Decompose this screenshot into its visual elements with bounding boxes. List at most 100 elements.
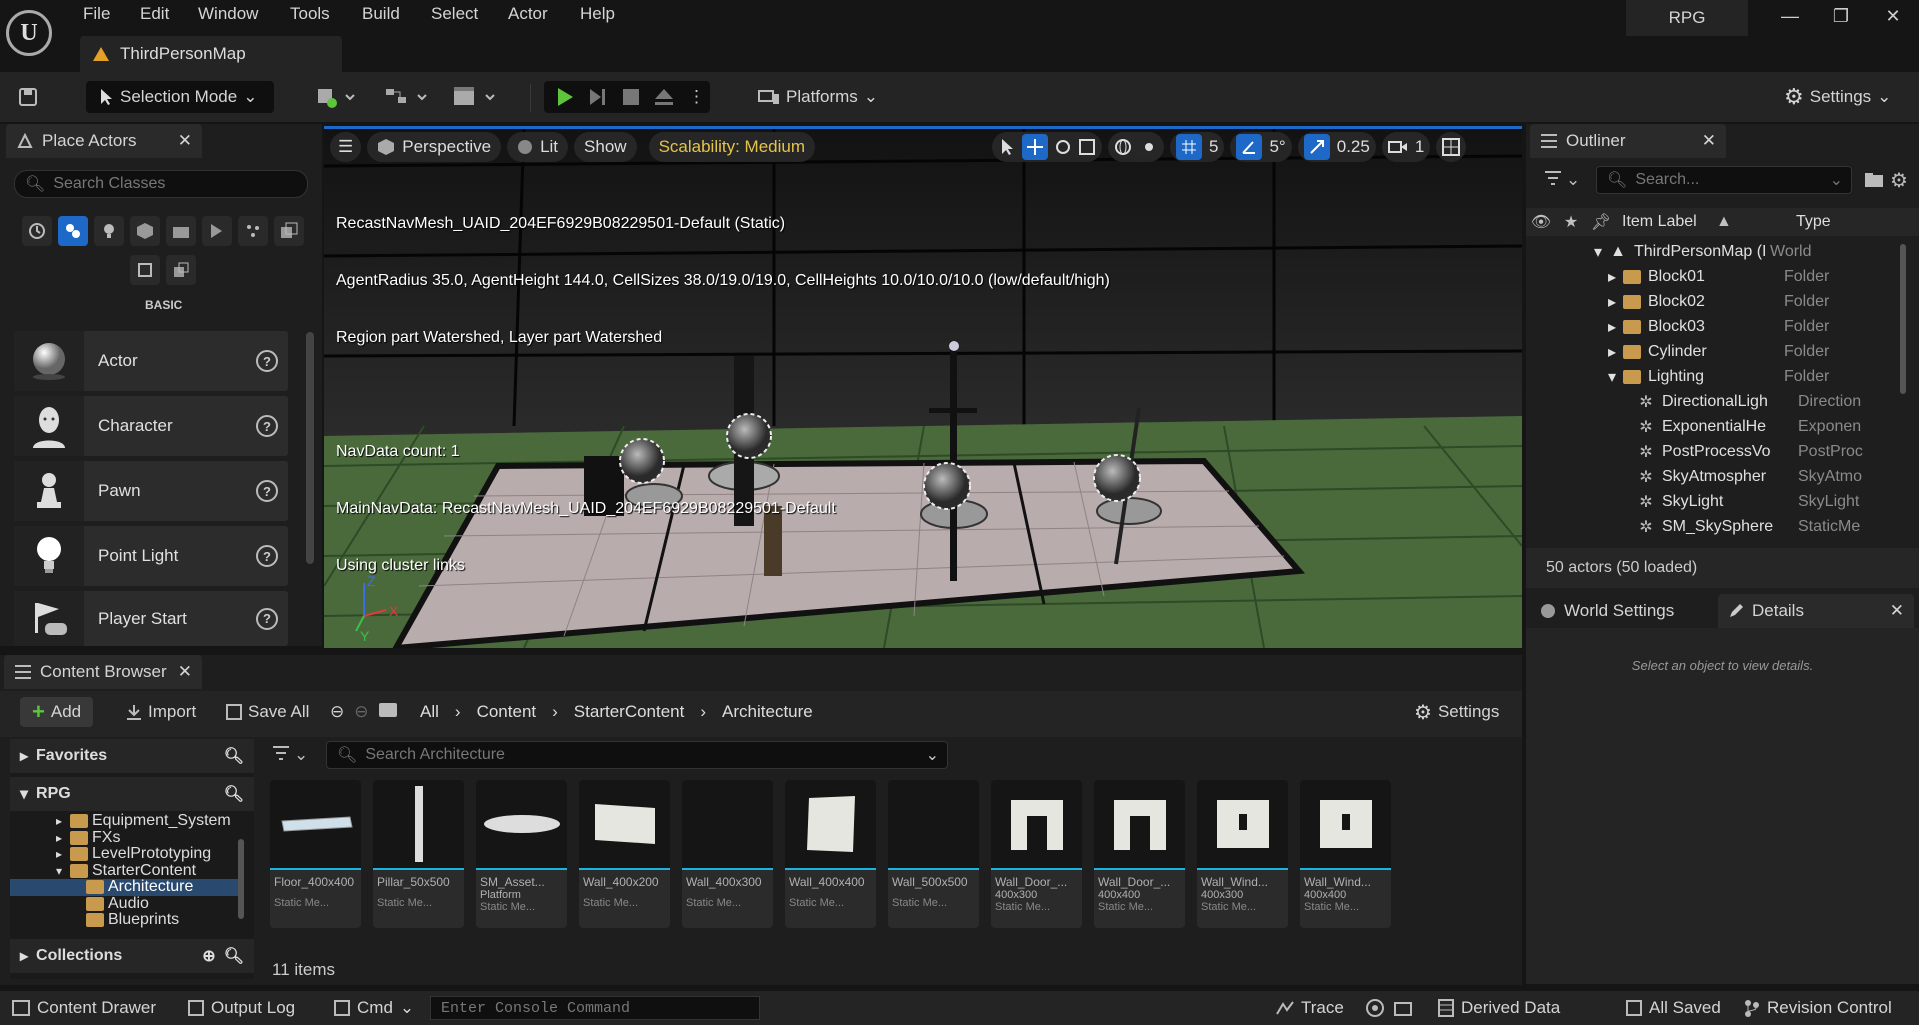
- minimize-icon[interactable]: —: [1775, 6, 1805, 32]
- derived-data-button[interactable]: Derived Data: [1438, 996, 1560, 1020]
- stop-icon[interactable]: [622, 88, 640, 106]
- outliner-row[interactable]: ▸ Block01 Folder: [1526, 264, 1906, 289]
- outliner-row[interactable]: ✲ SkyLight SkyLight: [1526, 489, 1906, 514]
- recent-icon[interactable]: [22, 216, 52, 246]
- add-actor-icon[interactable]: [316, 81, 358, 113]
- outliner-row[interactable]: ✲ SkyAtmospher SkyAtmo: [1526, 464, 1906, 489]
- viewport-menu-button[interactable]: ☰: [330, 132, 362, 162]
- help-icon[interactable]: ?: [256, 350, 278, 372]
- asset-tile[interactable]: Wall_400x200 Static Me...: [579, 780, 670, 928]
- console-command-input[interactable]: Enter Console Command: [430, 996, 760, 1020]
- gear-icon[interactable]: ⚙: [1890, 168, 1908, 193]
- lit-button[interactable]: Lit: [507, 132, 569, 162]
- folder-tree-item[interactable]: ▸ FXs: [10, 829, 244, 847]
- search-icon[interactable]: 🔍︎: [224, 746, 244, 766]
- breadcrumb-content[interactable]: Content: [477, 702, 537, 722]
- asset-tile[interactable]: Wall_Wind... 400x400 Static Me...: [1300, 780, 1391, 928]
- add-folder-icon[interactable]: [1864, 172, 1884, 188]
- close-icon[interactable]: ✕: [178, 662, 192, 682]
- expander-icon[interactable]: ▸: [1526, 267, 1620, 287]
- asset-tile[interactable]: SM_Asset... Platform Static Me...: [476, 780, 567, 928]
- collections-header[interactable]: ▸ Collections ⊕ 🔍︎: [10, 939, 254, 973]
- content-drawer-button[interactable]: Content Drawer: [12, 996, 156, 1020]
- all-classes-icon[interactable]: [274, 216, 304, 246]
- perspective-button[interactable]: Perspective: [367, 132, 502, 162]
- asset-tile[interactable]: Wall_400x300 Static Me...: [682, 780, 773, 928]
- basic-category-icon[interactable]: [58, 216, 88, 246]
- folder-tree-item[interactable]: Architecture: [10, 878, 244, 896]
- asset-tile[interactable]: Wall_400x400 Static Me...: [785, 780, 876, 928]
- help-icon[interactable]: ?: [256, 415, 278, 437]
- outliner-row[interactable]: ✲ ExponentialHe Exponen: [1526, 414, 1906, 439]
- item-label-column[interactable]: Item Label: [1616, 213, 1796, 231]
- breadcrumb-all[interactable]: All: [420, 702, 439, 722]
- add-collection-icon[interactable]: ⊕: [202, 946, 215, 966]
- outliner-row[interactable]: ▸ Cylinder Folder: [1526, 339, 1906, 364]
- close-icon[interactable]: ✕: [1890, 601, 1904, 621]
- outliner-filter-button[interactable]: ⌄: [1544, 170, 1580, 190]
- search-icon[interactable]: 🔍︎: [224, 946, 244, 966]
- back-icon[interactable]: ⊖: [330, 702, 344, 722]
- trace-button[interactable]: Trace: [1276, 996, 1344, 1020]
- volumes-icon[interactable]: [238, 216, 268, 246]
- cinematics-icon[interactable]: [452, 81, 500, 113]
- actor-item-point-light[interactable]: Point Light ?: [14, 526, 288, 586]
- advance-frame-icon[interactable]: [588, 87, 608, 107]
- close-icon[interactable]: ✕: [1702, 131, 1716, 151]
- expander-icon[interactable]: ▸: [1526, 317, 1620, 337]
- asset-search-input[interactable]: 🔍︎ Search Architecture ⌄: [326, 741, 948, 769]
- platforms-dropdown[interactable]: Platforms ⌄: [758, 81, 878, 113]
- tab-world-settings[interactable]: World Settings: [1530, 594, 1714, 628]
- help-icon[interactable]: ?: [256, 545, 278, 567]
- revision-control-button[interactable]: Revision Control: [1744, 996, 1892, 1020]
- expander-icon[interactable]: ▾: [56, 864, 66, 878]
- tab-place-actors[interactable]: Place Actors ✕: [6, 124, 202, 158]
- output-log-button[interactable]: Output Log: [188, 996, 295, 1020]
- close-window-icon[interactable]: ✕: [1878, 6, 1908, 32]
- outliner-search-input[interactable]: 🔍︎ Search... ⌄: [1596, 166, 1852, 194]
- asset-tile[interactable]: Floor_400x400 Static Me...: [270, 780, 361, 928]
- tab-outliner[interactable]: Outliner ✕: [1530, 124, 1726, 158]
- actor-item-character[interactable]: Character ?: [14, 396, 288, 456]
- search-icon[interactable]: 🔍︎: [224, 784, 244, 804]
- blueprint-icon[interactable]: [384, 81, 432, 113]
- actor-item-player-start[interactable]: Player Start ?: [14, 591, 288, 646]
- expander-icon[interactable]: ▸: [56, 847, 66, 861]
- select-tool-icon[interactable]: [998, 138, 1016, 156]
- surface-snap-icon[interactable]: [1140, 138, 1158, 156]
- save-all-button[interactable]: Save All: [226, 697, 309, 727]
- outliner-row[interactable]: ▾ Lighting Folder: [1526, 364, 1906, 389]
- scalability-button[interactable]: Scalability: Medium: [648, 132, 816, 162]
- menu-tools[interactable]: Tools: [290, 4, 330, 28]
- cinematic-icon[interactable]: [166, 216, 196, 246]
- outliner-row[interactable]: ✲ PostProcessVo PostProc: [1526, 439, 1906, 464]
- lights-icon[interactable]: [94, 216, 124, 246]
- breadcrumb-architecture[interactable]: Architecture: [722, 702, 813, 722]
- scale-tool-icon[interactable]: [1078, 138, 1096, 156]
- eject-icon[interactable]: [654, 88, 674, 106]
- help-icon[interactable]: ?: [256, 480, 278, 502]
- menu-help[interactable]: Help: [580, 4, 615, 28]
- folder-tree-item[interactable]: Blueprints: [10, 911, 244, 929]
- folder-tree-item[interactable]: ▾ StarterContent: [10, 862, 244, 880]
- type-column[interactable]: Type: [1796, 213, 1831, 231]
- outliner-row[interactable]: ✲ DirectionalLigh Direction: [1526, 389, 1906, 414]
- grid-snap[interactable]: 5: [1170, 132, 1225, 162]
- help-icon[interactable]: ?: [256, 607, 278, 630]
- folder-tree-scrollbar[interactable]: [238, 839, 244, 919]
- unreal-logo-icon[interactable]: U: [6, 10, 52, 56]
- rpg-header[interactable]: ▾ RPG 🔍︎: [10, 777, 254, 811]
- favorites-header[interactable]: ▸ Favorites 🔍︎: [10, 739, 254, 773]
- asset-filter-button[interactable]: ⌄: [272, 745, 308, 765]
- close-icon[interactable]: ✕: [178, 131, 192, 151]
- outliner-row[interactable]: ▸ Block03 Folder: [1526, 314, 1906, 339]
- asset-tile[interactable]: Wall_Wind... 400x300 Static Me...: [1197, 780, 1288, 928]
- globe-icon[interactable]: [1114, 138, 1132, 156]
- navigation-icon[interactable]: [166, 255, 196, 285]
- folder-tree-item[interactable]: Audio: [10, 895, 244, 913]
- cmd-dropdown[interactable]: Cmd ⌄: [334, 996, 414, 1020]
- expander-icon[interactable]: ▸: [1526, 342, 1620, 362]
- shapes-icon[interactable]: [130, 216, 160, 246]
- favorite-star-icon[interactable]: ★: [1556, 212, 1586, 232]
- asset-tile[interactable]: Wall_Door_... 400x400 Static Me...: [1094, 780, 1185, 928]
